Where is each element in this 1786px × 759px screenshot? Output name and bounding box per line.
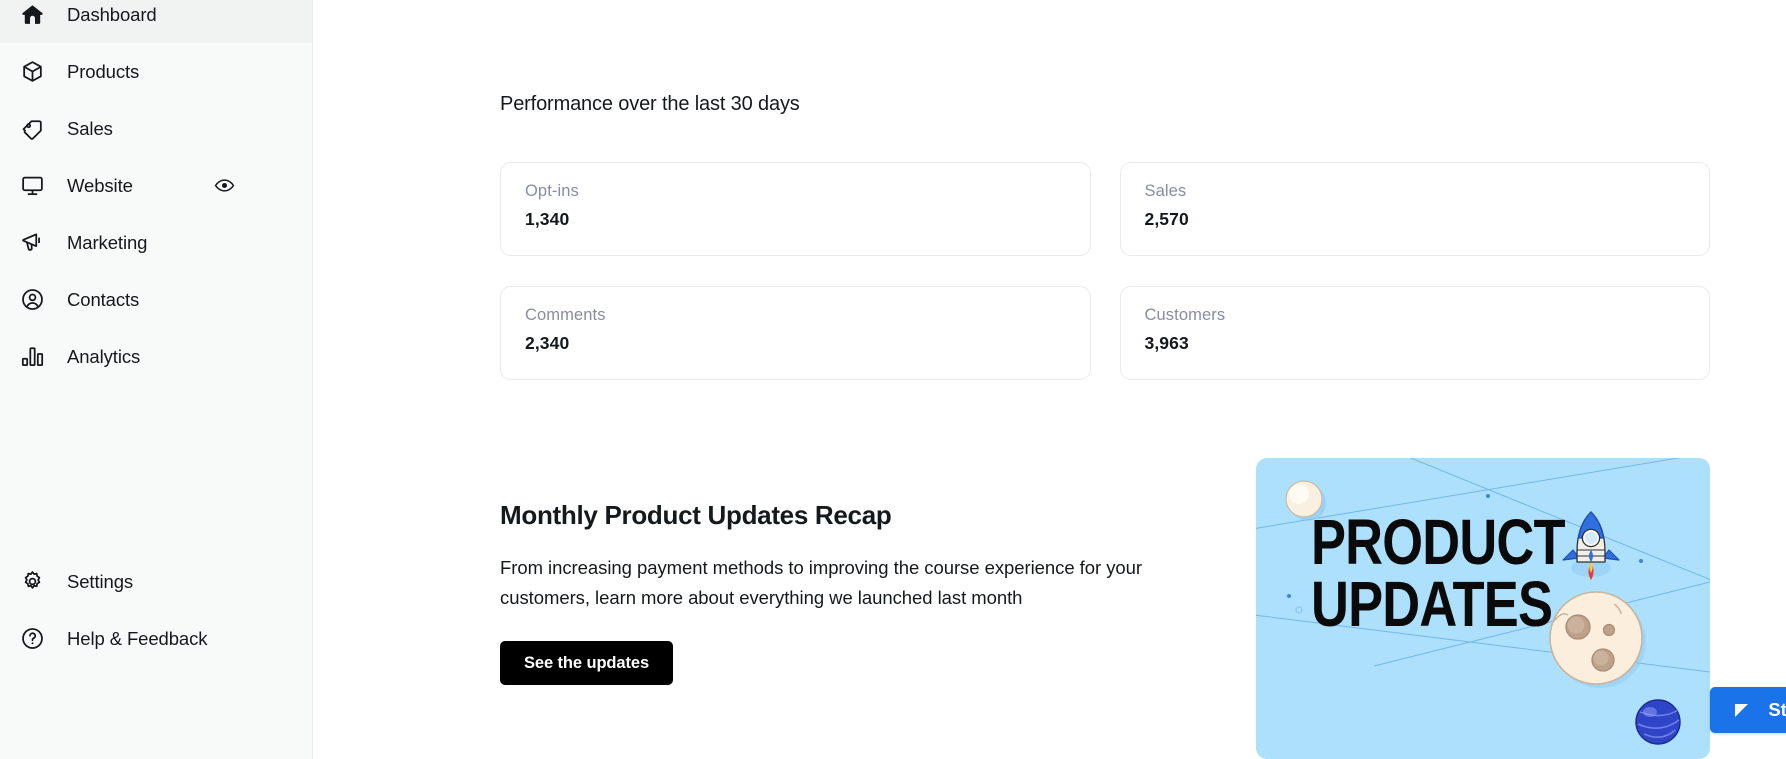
question-circle-icon bbox=[16, 623, 48, 655]
sidebar-item-label: Sales bbox=[67, 117, 113, 139]
stat-card-comments[interactable]: Comments 2,340 bbox=[500, 286, 1091, 380]
megaphone-icon bbox=[16, 227, 48, 259]
tag-icon bbox=[16, 113, 48, 145]
sidebar-item-contacts[interactable]: Contacts bbox=[0, 271, 312, 328]
stat-card-value: 3,963 bbox=[1144, 332, 1189, 353]
sidebar: Dashboard Products Sales Website Marketi… bbox=[0, 0, 313, 759]
stat-card-sales[interactable]: Sales 2,570 bbox=[1119, 162, 1710, 256]
start-button-label: Start bbox=[1768, 699, 1786, 720]
sidebar-item-label: Help & Feedback bbox=[67, 627, 208, 649]
sidebar-item-analytics[interactable]: Analytics bbox=[0, 328, 312, 385]
stat-card-grid: Opt-ins 1,340 Sales 2,570 Comments 2,340… bbox=[500, 162, 1710, 380]
gear-icon bbox=[16, 566, 48, 598]
stat-card-row: Opt-ins 1,340 Sales 2,570 bbox=[500, 162, 1710, 256]
promo-text-block: Monthly Product Updates Recap From incre… bbox=[500, 500, 1200, 686]
sidebar-item-label: Settings bbox=[67, 570, 134, 592]
sidebar-item-marketing[interactable]: Marketing bbox=[0, 214, 312, 271]
sidebar-item-help-and-feedback[interactable]: Help & Feedback bbox=[0, 610, 312, 667]
box-icon bbox=[16, 56, 48, 88]
sidebar-item-dashboard[interactable]: Dashboard bbox=[0, 0, 312, 43]
user-circle-icon bbox=[16, 284, 48, 316]
banner-title: PRODUCT UPDATES bbox=[1311, 506, 1566, 641]
stat-card-customers[interactable]: Customers 3,963 bbox=[1119, 286, 1710, 380]
main-content: Performance over the last 30 days Opt-in… bbox=[313, 0, 1786, 759]
sidebar-secondary-nav: Settings Help & Feedback bbox=[0, 553, 312, 667]
sidebar-item-label: Website bbox=[67, 174, 133, 196]
promo-body: From increasing payment methods to impro… bbox=[500, 557, 1142, 609]
sidebar-item-settings[interactable]: Settings bbox=[0, 553, 312, 610]
stat-card-label: Customers bbox=[1144, 306, 1226, 324]
eye-icon[interactable] bbox=[212, 174, 236, 198]
stat-card-value: 2,340 bbox=[525, 332, 570, 353]
sidebar-item-products[interactable]: Products bbox=[0, 43, 312, 100]
performance-title: Performance over the last 30 days bbox=[500, 93, 800, 115]
stat-card-value: 1,340 bbox=[525, 208, 570, 229]
sidebar-item-label: Dashboard bbox=[67, 3, 157, 25]
bar-chart-icon bbox=[16, 341, 48, 373]
sidebar-primary-nav: Dashboard Products Sales Website Marketi… bbox=[0, 0, 312, 385]
sidebar-item-label: Contacts bbox=[67, 288, 140, 310]
stat-card-value: 2,570 bbox=[1144, 208, 1189, 229]
see-the-updates-button[interactable]: See the updates bbox=[500, 641, 674, 686]
sidebar-item-label: Marketing bbox=[67, 231, 148, 253]
start-button[interactable]: Start bbox=[1710, 687, 1786, 733]
promo-heading: Monthly Product Updates Recap bbox=[500, 500, 892, 530]
sidebar-item-label: Analytics bbox=[67, 345, 141, 367]
monitor-icon bbox=[16, 170, 48, 202]
sidebar-item-website[interactable]: Website bbox=[0, 157, 312, 214]
play-triangle-icon bbox=[1732, 701, 1751, 720]
app-root: Dashboard Products Sales Website Marketi… bbox=[0, 0, 1786, 759]
stat-card-label: Opt-ins bbox=[525, 182, 579, 200]
stat-card-opt-ins[interactable]: Opt-ins 1,340 bbox=[500, 162, 1091, 256]
product-updates-banner[interactable]: PRODUCT UPDATES bbox=[1256, 458, 1710, 759]
home-icon bbox=[16, 0, 48, 31]
stat-card-label: Comments bbox=[525, 306, 606, 324]
stat-card-label: Sales bbox=[1144, 182, 1187, 200]
sidebar-item-sales[interactable]: Sales bbox=[0, 100, 312, 157]
sidebar-item-label: Products bbox=[67, 60, 140, 82]
stat-card-row: Comments 2,340 Customers 3,963 bbox=[500, 286, 1710, 380]
